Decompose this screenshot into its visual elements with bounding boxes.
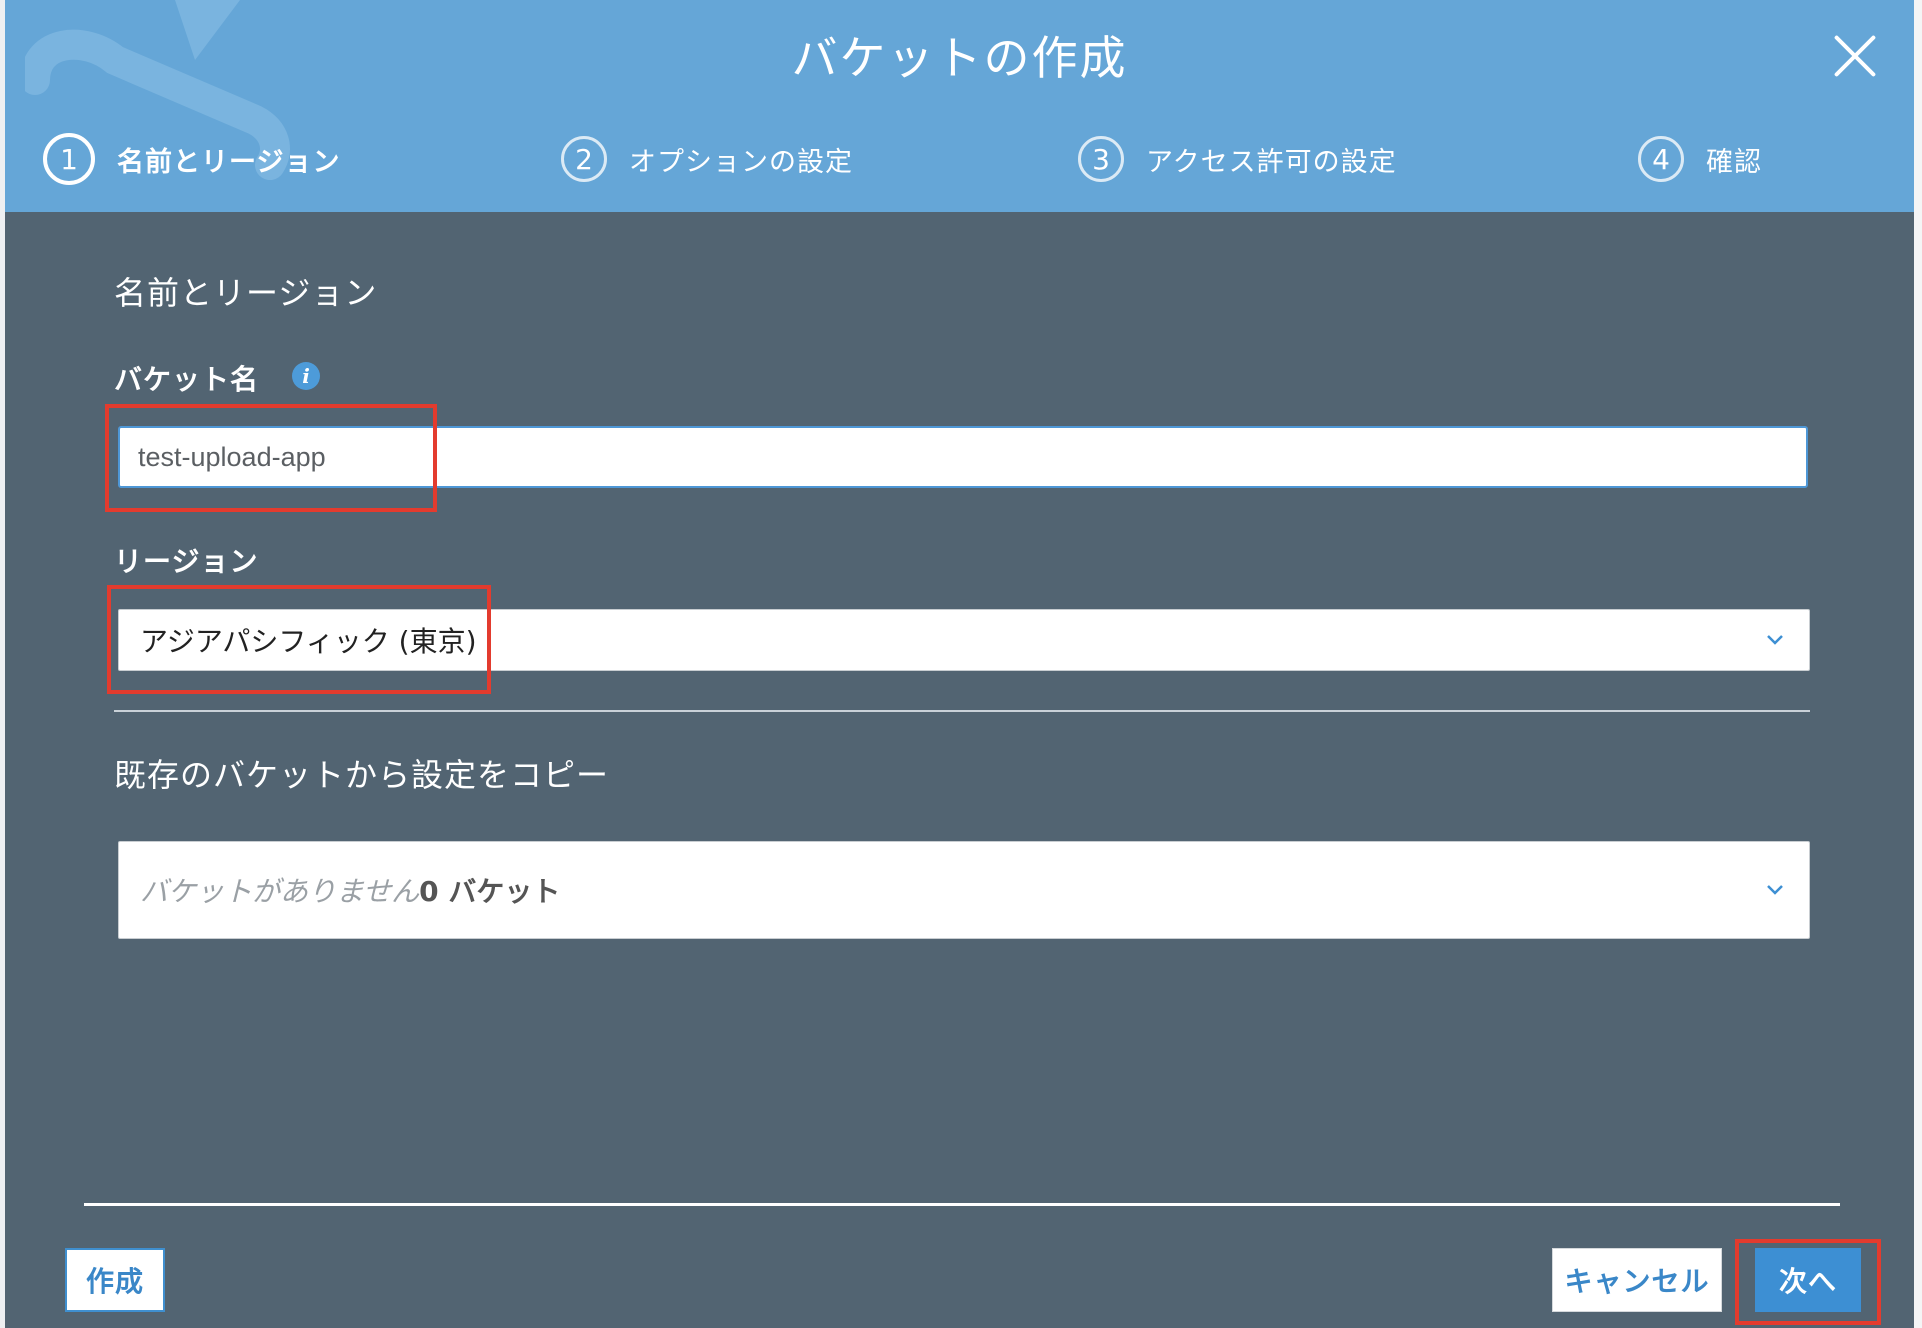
step-permissions[interactable]: 3 アクセス許可の設定 [1078,131,1397,187]
step-name-and-region[interactable]: 1 名前とリージョン [43,131,340,187]
step-label: 確認 [1706,146,1762,178]
footer-divider [84,1203,1840,1206]
copy-settings-title: 既存のバケットから設定をコピー [114,756,610,794]
region-select[interactable]: アジアパシフィック (東京) [118,609,1810,671]
dialog-title: バケットの作成 [791,31,1128,85]
background-page-right [1914,0,1922,1328]
section-divider [114,710,1810,712]
bucket-count: 0 バケット [419,875,561,908]
step-review[interactable]: 4 確認 [1638,131,1762,187]
region-label: リージョン [114,545,259,578]
section-title: 名前とリージョン [114,274,378,312]
step-label: オプションの設定 [629,146,853,178]
step-number: 3 [1078,136,1124,182]
cancel-button[interactable]: キャンセル [1552,1248,1722,1312]
chevron-down-icon [1767,885,1783,895]
step-label: アクセス許可の設定 [1146,146,1397,178]
create-bucket-dialog: バケットの作成 1 名前とリージョン 2 オプションの設定 3 アクセス許可の設… [5,0,1914,1328]
create-button[interactable]: 作成 [65,1248,165,1312]
copy-settings-select[interactable]: バケットがありません 0 バケット [118,841,1810,939]
step-number: 2 [561,136,607,182]
close-icon[interactable] [1827,28,1883,84]
info-icon[interactable]: i [292,362,320,390]
chevron-down-icon [1767,635,1783,645]
region-selected-value: アジアパシフィック (東京) [140,625,477,658]
next-button[interactable]: 次へ [1755,1248,1861,1312]
copy-settings-placeholder: バケットがありません [140,875,420,908]
step-number: 4 [1638,136,1684,182]
dialog-header: バケットの作成 1 名前とリージョン 2 オプションの設定 3 アクセス許可の設… [5,0,1914,212]
step-number: 1 [43,133,95,185]
bucket-name-label: バケット名 [114,363,260,396]
bucket-name-input[interactable] [118,426,1808,488]
step-label: 名前とリージョン [117,146,341,178]
step-options[interactable]: 2 オプションの設定 [561,131,853,187]
